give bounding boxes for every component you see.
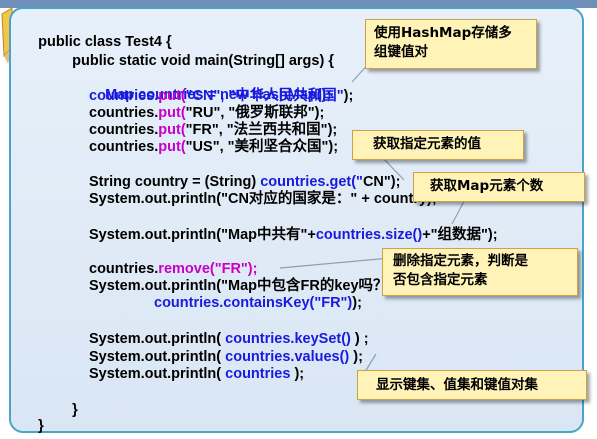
code-line-print-map: System.out.println( countries ); [89, 366, 305, 382]
code-line-print-keyset: System.out.println( countries.keySet() )… [89, 331, 369, 347]
slide-stage: public class Test4 { public static void … [0, 0, 597, 439]
callout-views: 显示键集、值集和键值对集 [357, 370, 587, 400]
code-line-put-cn: countries.put("CN", "中华人民共和国"); [89, 88, 354, 104]
code-line-put-us: countries.put("US", "美利坚合众国"); [89, 139, 339, 155]
callout-size: 获取Map元素个数 [413, 172, 585, 202]
code-line-put-ru: countries.put("RU", "俄罗斯联邦"); [89, 105, 325, 121]
callout-remove-line2: 否包含指定元素 [393, 272, 488, 288]
code-line-remove: countries.remove("FR"); [89, 261, 258, 277]
callout-hashmap-line1: 使用HashMap存储多 [374, 25, 512, 41]
callout-remove-line1: 删除指定元素，判断是 [393, 253, 528, 269]
code-line-close-class: } [38, 418, 44, 434]
code-line-contains-key: countries.containsKey("FR")); [154, 295, 362, 311]
code-line-print-size: System.out.println("Map中共有"+countries.si… [89, 227, 498, 243]
code-line-put-fr: countries.put("FR", "法兰西共和国"); [89, 122, 338, 138]
code-line-close-main: } [72, 402, 78, 418]
code-line-print-country: System.out.println("CN对应的国家是：" + country… [89, 191, 437, 207]
callout-hashmap-line2: 组键值对 [374, 44, 428, 60]
code-line-print-values: System.out.println( countries.values() )… [89, 349, 363, 365]
code-line-print-contains: System.out.println("Map中包含FR的key吗？" + [89, 278, 411, 294]
callout-hashmap: 使用HashMap存储多 组键值对 [365, 19, 537, 69]
callout-get-value: 获取指定元素的值 [352, 130, 524, 160]
callout-remove: 删除指定元素，判断是 否包含指定元素 [382, 248, 578, 296]
code-line-get-country: String country = (String) countries.get(… [89, 174, 401, 190]
